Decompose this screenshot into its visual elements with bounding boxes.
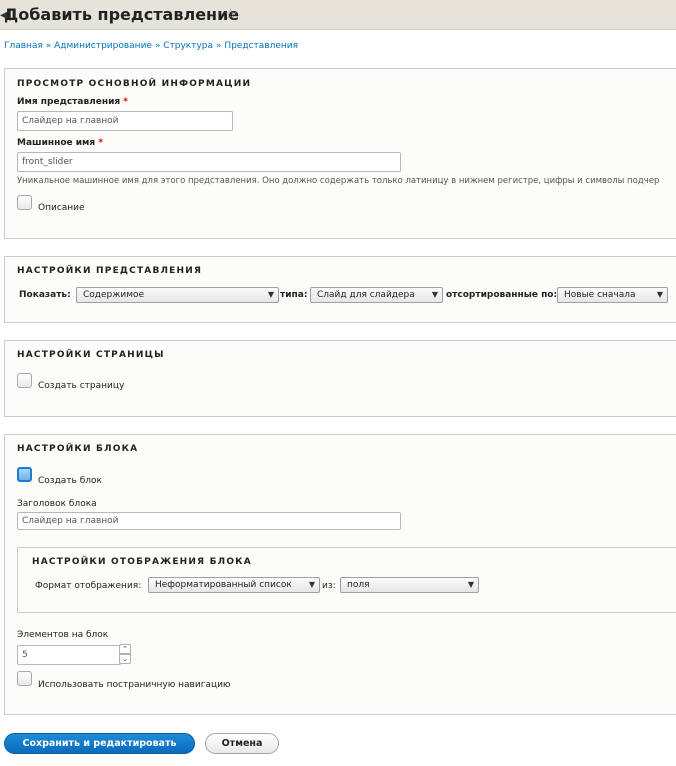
cancel-button[interactable]: Отмена (205, 733, 279, 754)
sorted-select[interactable]: Новые сначала ▼ (557, 287, 668, 303)
breadcrumb: Главная » Администрирование » Структура … (4, 41, 298, 51)
dropdown-arrow-icon: ▼ (467, 580, 474, 589)
chevron-down-icon[interactable]: ⌄ (119, 654, 131, 664)
page-settings-legend: НАСТРОЙКИ СТРАНИЦЫ (17, 350, 165, 360)
dropdown-arrow-icon: ▼ (267, 290, 274, 299)
machine-name-input[interactable]: front_slider (17, 152, 401, 172)
block-display-fieldset: НАСТРОЙКИ ОТОБРАЖЕНИЯ БЛОКА Формат отобр… (17, 547, 676, 613)
machine-name-label: Машинное имя * (17, 138, 104, 148)
of-select[interactable]: поля ▼ (340, 577, 479, 593)
breadcrumb-separator: » (45, 41, 52, 51)
dropdown-arrow-icon: ▼ (656, 290, 663, 299)
breadcrumb-views[interactable]: Представления (224, 41, 298, 51)
page-header: ◀ Добавить представление ☆ (0, 0, 676, 30)
type-label: типа: (280, 290, 308, 300)
breadcrumb-structure[interactable]: Структура (163, 41, 213, 51)
description-checkbox-label[interactable]: Описание (38, 203, 85, 213)
sorted-label: отсортированные по: (446, 290, 558, 300)
description-checkbox[interactable] (17, 195, 32, 210)
block-settings-legend: НАСТРОЙКИ БЛОКА (17, 444, 139, 454)
items-per-block-input[interactable]: 5 (17, 645, 121, 665)
dropdown-arrow-icon: ▼ (431, 290, 438, 299)
required-marker: * (123, 97, 129, 107)
view-settings-fieldset: НАСТРОЙКИ ПРЕДСТАВЛЕНИЯ Показать: Содерж… (4, 256, 676, 323)
save-and-edit-button[interactable]: Сохранить и редактировать (4, 733, 195, 754)
create-page-label[interactable]: Создать страницу (38, 381, 124, 391)
block-settings-fieldset: НАСТРОЙКИ БЛОКА Создать блок Заголовок б… (4, 434, 676, 715)
breadcrumb-admin[interactable]: Администрирование (54, 41, 152, 51)
create-block-label[interactable]: Создать блок (38, 476, 102, 486)
chevron-up-icon[interactable]: ⌃ (119, 644, 131, 654)
basic-info-legend: ПРОСМОТР ОСНОВНОЙ ИНФОРМАЦИИ (17, 79, 252, 89)
create-block-checkbox[interactable] (17, 467, 32, 482)
dropdown-arrow-icon: ▼ (308, 580, 315, 589)
page-title: Добавить представление (4, 5, 240, 24)
pager-checkbox[interactable] (17, 671, 32, 686)
show-label: Показать: (19, 290, 71, 300)
block-title-input[interactable]: Слайдер на главной (17, 512, 401, 530)
view-name-label: Имя представления * (17, 97, 129, 107)
view-settings-legend: НАСТРОЙКИ ПРЕДСТАВЛЕНИЯ (17, 266, 203, 276)
basic-info-fieldset: ПРОСМОТР ОСНОВНОЙ ИНФОРМАЦИИ Имя предста… (4, 68, 676, 239)
required-marker: * (98, 138, 104, 148)
breadcrumb-separator: » (215, 41, 222, 51)
format-label: Формат отображения: (35, 581, 142, 591)
show-select[interactable]: Содержимое ▼ (76, 287, 279, 303)
pager-label[interactable]: Использовать постраничную навигацию (38, 680, 231, 690)
block-display-legend: НАСТРОЙКИ ОТОБРАЖЕНИЯ БЛОКА (32, 557, 252, 567)
page-settings-fieldset: НАСТРОЙКИ СТРАНИЦЫ Создать страницу (4, 340, 676, 417)
items-per-block-label: Элементов на блок (17, 630, 109, 640)
breadcrumb-separator: » (154, 41, 161, 51)
machine-name-description: Уникальное машинное имя для этого предст… (17, 176, 660, 186)
create-page-checkbox[interactable] (17, 373, 32, 388)
of-label: из: (322, 581, 336, 591)
block-title-label: Заголовок блока (17, 499, 97, 509)
view-name-input[interactable]: Слайдер на главной (17, 111, 233, 131)
type-select[interactable]: Слайд для слайдера ▼ (310, 287, 443, 303)
format-select[interactable]: Неформатированный список ▼ (148, 577, 320, 593)
star-outline-icon[interactable]: ☆ (224, 5, 237, 23)
breadcrumb-home[interactable]: Главная (4, 41, 43, 51)
items-per-block-stepper[interactable]: ⌃ ⌄ (119, 644, 131, 664)
